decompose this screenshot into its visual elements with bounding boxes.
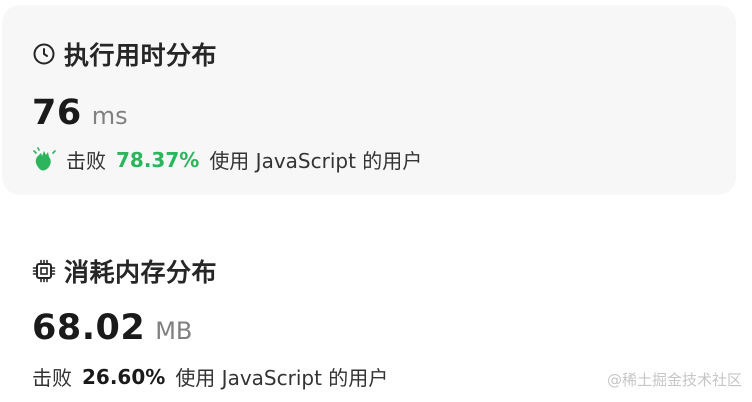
- memory-metric: 68.02 MB: [32, 308, 192, 348]
- clapping-hands-icon: [32, 146, 58, 173]
- memory-title-text: 消耗内存分布: [64, 258, 218, 287]
- memory-title: 消耗内存分布: [32, 253, 217, 289]
- memory-beats-percent: 26.60%: [82, 364, 166, 389]
- clock-icon: [32, 42, 56, 66]
- memory-beats-label: 击败: [32, 366, 72, 390]
- runtime-title: 执行用时分布: [32, 36, 217, 72]
- watermark: @稀土掘金技术社区: [606, 371, 742, 389]
- runtime-value: 76: [32, 93, 82, 133]
- runtime-beats-suffix: 使用 JavaScript 的用户: [209, 149, 423, 173]
- chip-icon: [32, 259, 56, 283]
- memory-unit: MB: [155, 317, 193, 345]
- memory-beats: 击败 26.60% 使用 JavaScript 的用户: [32, 362, 388, 391]
- runtime-title-text: 执行用时分布: [64, 41, 218, 70]
- runtime-metric: 76 ms: [32, 93, 128, 133]
- runtime-beats: 击败 78.37% 使用 JavaScript 的用户: [32, 145, 422, 174]
- results-panel: 执行用时分布 76 ms 击败 78.37% 使用 JavaScript 的用户…: [0, 0, 752, 402]
- memory-value: 68.02: [32, 308, 146, 348]
- runtime-beats-label: 击败: [66, 149, 106, 173]
- runtime-beats-percent: 78.37%: [116, 147, 200, 172]
- memory-beats-suffix: 使用 JavaScript 的用户: [175, 366, 389, 390]
- runtime-unit: ms: [91, 102, 128, 130]
